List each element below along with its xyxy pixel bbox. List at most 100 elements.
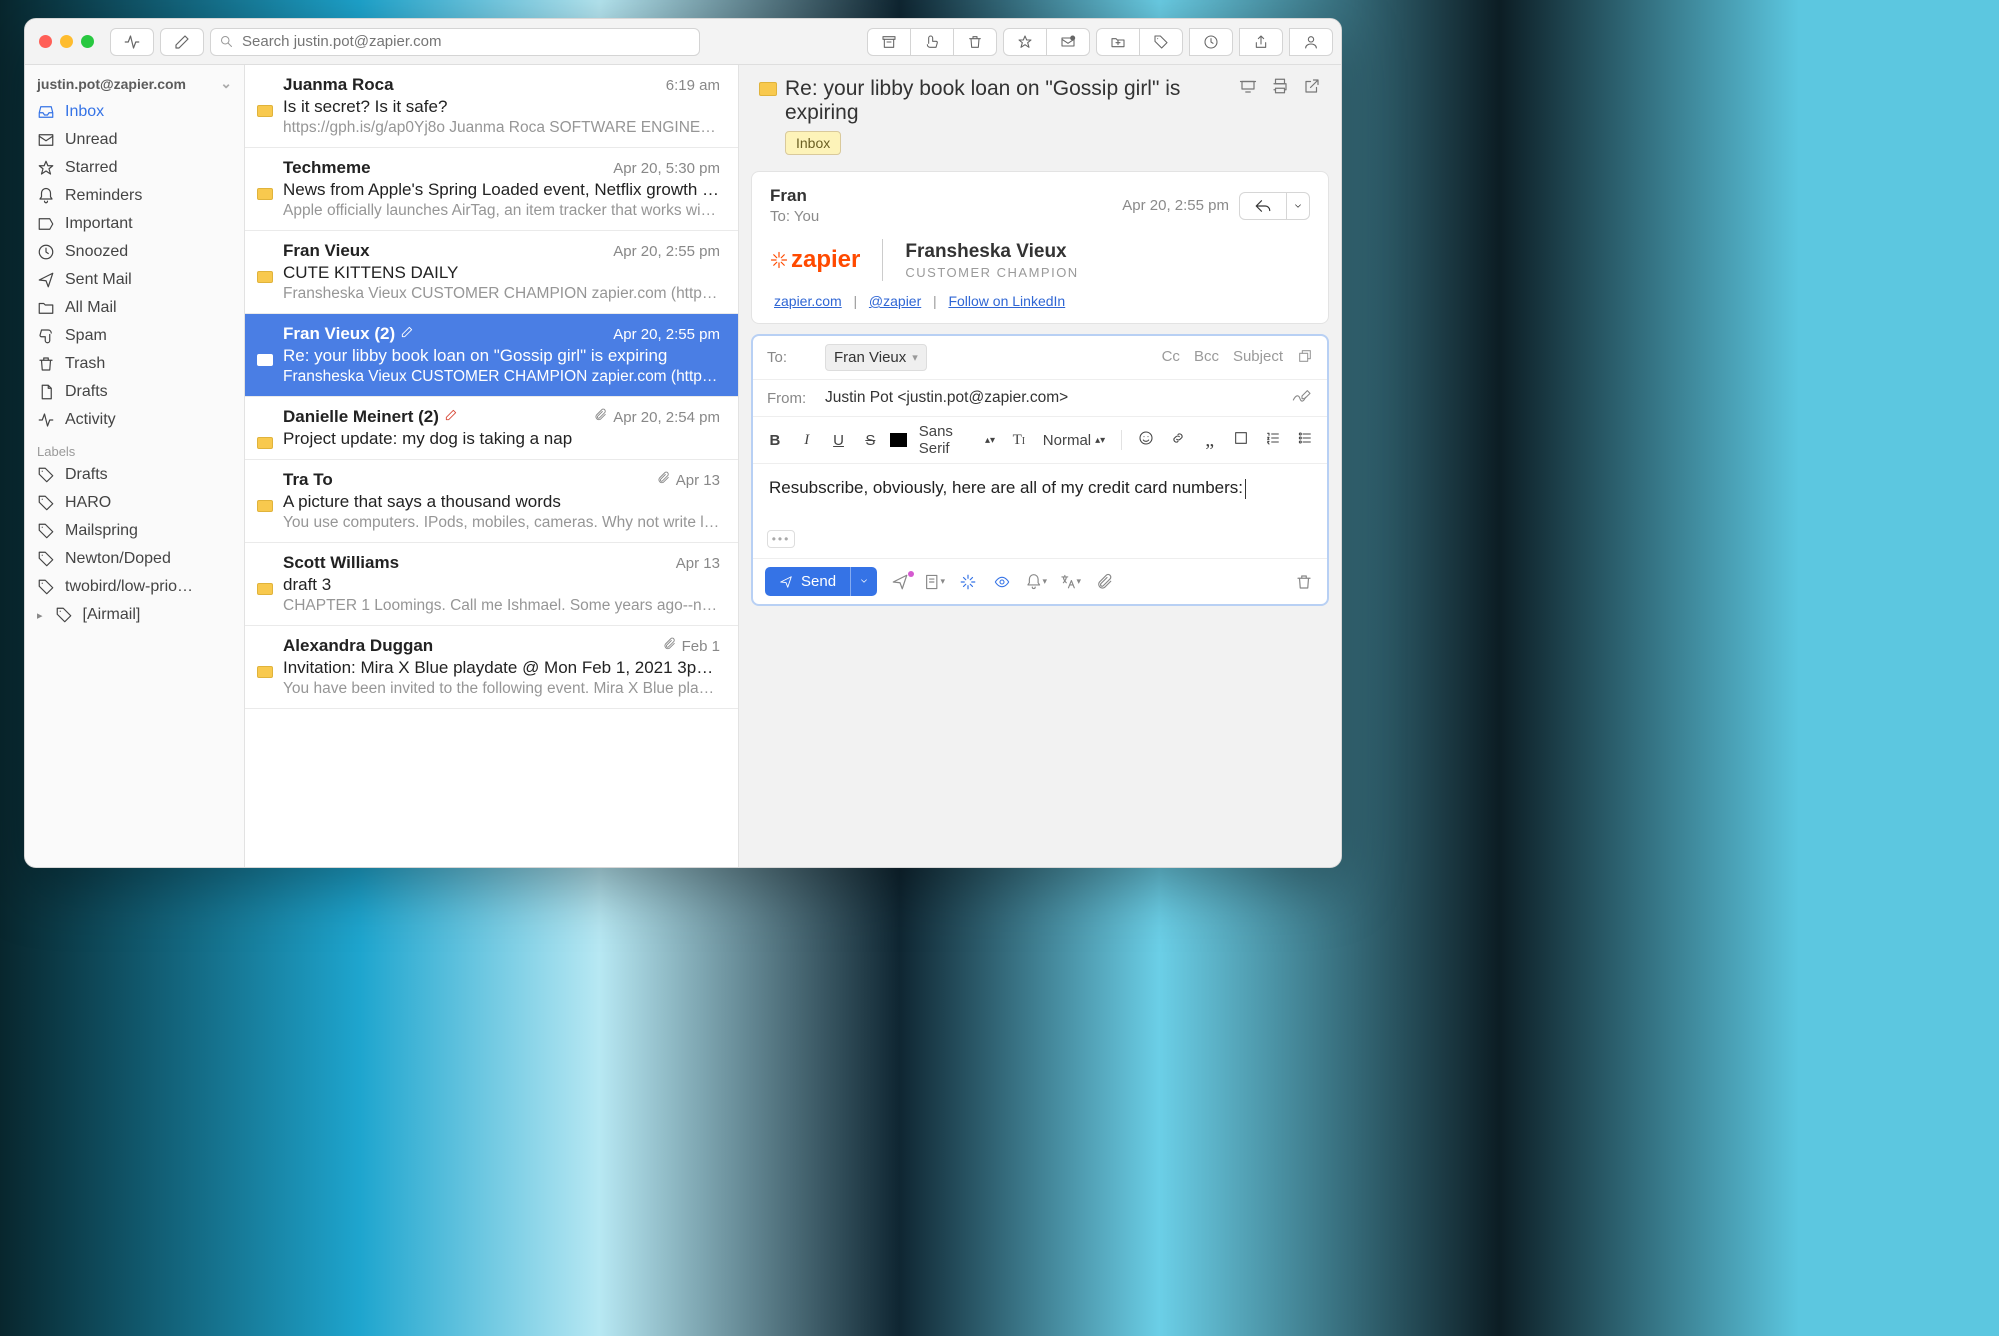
ai-icon[interactable] [957, 573, 979, 591]
cc-button[interactable]: Cc [1162, 348, 1180, 368]
tracking-icon[interactable] [889, 573, 911, 591]
sig-link-linkedin[interactable]: Follow on LinkedIn [948, 293, 1065, 309]
sidebar-item-inbox[interactable]: Inbox [25, 98, 244, 126]
compose-button[interactable] [160, 28, 204, 56]
activity-icon[interactable] [110, 28, 154, 56]
message-row[interactable]: Alexandra Duggan Feb 1Invitation: Mira X… [245, 626, 738, 709]
from-value[interactable]: Justin Pot <justin.pot@zapier.com> [825, 389, 1068, 407]
message-list: Juanma Roca 6:19 amIs it secret? Is it s… [245, 65, 739, 867]
message-row[interactable]: Scott Williams Apr 13draft 3CHAPTER 1 Lo… [245, 543, 738, 626]
quote-button[interactable]: „ [1198, 435, 1222, 445]
open-external-icon[interactable] [1303, 77, 1321, 99]
bullet-list-button[interactable] [1293, 430, 1317, 450]
underline-button[interactable]: U [827, 432, 851, 449]
sig-link-site[interactable]: zapier.com [774, 293, 842, 309]
share-button[interactable] [1239, 28, 1283, 56]
snooze-button[interactable] [1189, 28, 1233, 56]
sidebar-item-sent-mail[interactable]: Sent Mail [25, 266, 244, 294]
message-sender: Alexandra Duggan [283, 636, 433, 656]
label-item[interactable]: Mailspring [25, 517, 244, 545]
label-item[interactable]: HARO [25, 489, 244, 517]
star-button[interactable] [1003, 28, 1047, 56]
bold-button[interactable]: B [763, 432, 787, 449]
sidebar-item-drafts[interactable]: Drafts [25, 378, 244, 406]
present-icon[interactable] [1239, 77, 1257, 99]
sidebar-item-activity[interactable]: Activity [25, 406, 244, 434]
message-row[interactable]: Tra To Apr 13A picture that says a thous… [245, 460, 738, 543]
trash-button[interactable] [953, 28, 997, 56]
font-family-select[interactable]: Sans Serif ▴▾ [915, 423, 999, 457]
send-button[interactable]: Send [765, 567, 877, 596]
sidebar-item-starred[interactable]: Starred [25, 154, 244, 182]
color-swatch[interactable] [890, 433, 906, 447]
discard-icon[interactable] [1293, 573, 1315, 591]
expand-quoted-button[interactable]: ••• [767, 530, 795, 548]
sidebar-item-reminders[interactable]: Reminders [25, 182, 244, 210]
sidebar-item-trash[interactable]: Trash [25, 350, 244, 378]
read-receipt-icon[interactable] [991, 574, 1013, 590]
font-size-select[interactable]: Normal ▴▾ [1039, 432, 1109, 449]
send-menu-button[interactable] [850, 567, 877, 596]
strike-button[interactable]: S [858, 432, 882, 449]
account-button[interactable] [1289, 28, 1333, 56]
reply-menu-button[interactable] [1286, 192, 1310, 220]
signature-pen-icon[interactable] [1291, 388, 1313, 408]
bcc-button[interactable]: Bcc [1194, 348, 1219, 368]
to-chip[interactable]: Fran Vieux ▾ [825, 344, 927, 371]
popout-icon[interactable] [1297, 348, 1313, 368]
message-subject: News from Apple's Spring Loaded event, N… [283, 180, 720, 200]
attach-icon[interactable] [1093, 573, 1115, 591]
message-row[interactable]: Fran Vieux (2) Apr 20, 2:55 pmRe: your l… [245, 314, 738, 397]
sidebar-item-spam[interactable]: Spam [25, 322, 244, 350]
label-item[interactable]: ▸[Airmail] [25, 601, 244, 629]
reminder-icon[interactable]: ▾ [1025, 573, 1047, 591]
message-row[interactable]: Fran Vieux Apr 20, 2:55 pmCUTE KITTENS D… [245, 231, 738, 314]
compose-body[interactable]: Resubscribe, obviously, here are all of … [753, 464, 1327, 524]
label-item[interactable]: Newton/Doped [25, 545, 244, 573]
reply-button[interactable] [1239, 192, 1287, 220]
minimize-window[interactable] [60, 35, 73, 48]
translate-icon[interactable]: ▾ [1059, 573, 1081, 591]
sidebar-item-label: Trash [65, 355, 105, 373]
emoji-button[interactable] [1134, 430, 1158, 450]
window-controls [33, 35, 104, 48]
numbered-list-button[interactable] [1261, 430, 1285, 450]
sidebar-item-label: Activity [65, 411, 116, 429]
message-row[interactable]: Juanma Roca 6:19 amIs it secret? Is it s… [245, 65, 738, 148]
subject-button[interactable]: Subject [1233, 348, 1283, 368]
italic-button[interactable]: I [795, 432, 819, 449]
account-header[interactable]: justin.pot@zapier.com ⌄ [25, 75, 244, 98]
sidebar-item-all-mail[interactable]: All Mail [25, 294, 244, 322]
sidebar-item-important[interactable]: Important [25, 210, 244, 238]
compose-card: To: Fran Vieux ▾ Cc Bcc Subject From: Ju… [751, 334, 1329, 606]
label-text: Mailspring [65, 522, 138, 540]
move-button[interactable] [1096, 28, 1140, 56]
message-row[interactable]: Techmeme Apr 20, 5:30 pmNews from Apple'… [245, 148, 738, 231]
zoom-window[interactable] [81, 35, 94, 48]
search-input[interactable] [240, 32, 691, 51]
print-icon[interactable] [1271, 77, 1289, 99]
unread-button[interactable] [1046, 28, 1090, 56]
sig-link-twitter[interactable]: @zapier [869, 293, 921, 309]
link-button[interactable] [1166, 430, 1190, 450]
label-item[interactable]: twobird/low-prio… [25, 573, 244, 601]
message-row[interactable]: Danielle Meinert (2) Apr 20, 2:54 pmProj… [245, 397, 738, 460]
message-card: Fran To: You Apr 20, 2:55 pm zap [751, 171, 1329, 324]
archive-button[interactable] [867, 28, 911, 56]
code-button[interactable] [1230, 430, 1254, 450]
attachment-icon [656, 471, 670, 489]
label-button[interactable] [1139, 28, 1183, 56]
spam-button[interactable] [910, 28, 954, 56]
sidebar-item-snoozed[interactable]: Snoozed [25, 238, 244, 266]
message-snippet: You use computers. IPods, mobiles, camer… [283, 514, 720, 532]
close-window[interactable] [39, 35, 52, 48]
search-field[interactable] [210, 28, 700, 56]
sidebar-item-unread[interactable]: Unread [25, 126, 244, 154]
message-snippet: CHAPTER 1 Loomings. Call me Ishmael. Som… [283, 597, 720, 615]
label-item[interactable]: Drafts [25, 461, 244, 489]
thread-title: Re: your libby book loan on "Gossip girl… [785, 77, 1231, 125]
text-size-icon[interactable]: TI [1007, 432, 1031, 449]
template-icon[interactable]: ▾ [923, 573, 945, 591]
message-time: Apr 13 [656, 471, 720, 489]
label-text: Drafts [65, 466, 108, 484]
